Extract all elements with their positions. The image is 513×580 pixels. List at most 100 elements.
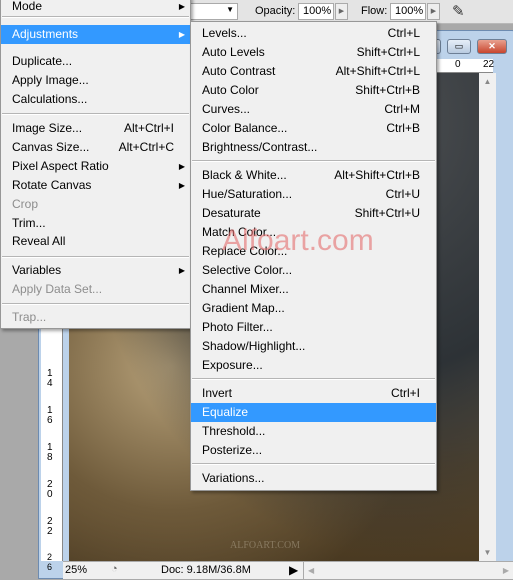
menu-item-label: Posterize...	[202, 443, 263, 457]
menu-item-shortcut: Shift+Ctrl+B	[355, 83, 420, 97]
menu-item-match-color[interactable]: Match Color...	[191, 223, 436, 242]
menu-item-label: Rotate Canvas	[12, 178, 92, 192]
menu-item-shortcut: Alt+Ctrl+I	[123, 121, 174, 135]
menu-item-label: Gradient Map...	[202, 301, 285, 315]
menu-item-channel-mixer[interactable]: Channel Mixer...	[191, 280, 436, 299]
menu-item-mode[interactable]: Mode ▶	[1, 0, 190, 16]
menu-item-apply-image[interactable]: Apply Image...	[1, 71, 190, 90]
menu-item-threshold[interactable]: Threshold...	[191, 422, 436, 441]
menu-item-auto-color[interactable]: Auto Color Shift+Ctrl+B	[191, 81, 436, 100]
menu-item-color-balance[interactable]: Color Balance... Ctrl+B	[191, 119, 436, 138]
menu-item-image-size[interactable]: Image Size... Alt+Ctrl+I	[1, 119, 190, 138]
vertical-scrollbar[interactable]: ▲ ▼	[479, 73, 496, 561]
menu-item-label: Auto Levels	[202, 45, 265, 59]
menu-item-shortcut: Ctrl+L	[387, 26, 420, 40]
menu-item-calculations[interactable]: Calculations...	[1, 90, 190, 109]
menu-item-label: Curves...	[202, 102, 251, 116]
opacity-label: Opacity:	[255, 5, 296, 17]
menu-item-label: Adjustments	[12, 27, 79, 41]
menu-item-label: Brightness/Contrast...	[202, 140, 318, 154]
opacity-input[interactable]: 100%	[298, 3, 334, 20]
menu-item-label: Mode	[12, 0, 43, 13]
menu-item-auto-contrast[interactable]: Auto Contrast Alt+Shift+Ctrl+L	[191, 62, 436, 81]
status-icon: ◔	[111, 563, 118, 575]
doc-size: Doc: 9.18M/36.8M	[161, 564, 251, 576]
menu-item-label: Auto Color	[202, 83, 259, 97]
menu-item-canvas-size[interactable]: Canvas Size... Alt+Ctrl+C	[1, 138, 190, 157]
menu-item-brightness-contrast[interactable]: Brightness/Contrast...	[191, 138, 436, 157]
ruler-label: 2 2	[47, 516, 53, 537]
flow-label: Flow:	[361, 5, 388, 17]
menu-item-label: Crop	[12, 197, 39, 211]
horizontal-scrollbar[interactable]: ◀ ▶	[303, 562, 513, 580]
menu-item-posterize[interactable]: Posterize...	[191, 441, 436, 460]
menu-item-shortcut: Alt+Shift+Ctrl+L	[335, 64, 420, 78]
menu-item-variables[interactable]: Variables ▶	[1, 261, 190, 280]
restore-button[interactable]: ▭	[447, 39, 471, 54]
opacity-slider-button[interactable]: ▶	[335, 3, 348, 20]
menu-item-label: Levels...	[202, 26, 247, 40]
menu-item-exposure[interactable]: Exposure...	[191, 356, 436, 375]
menu-item-gradient-map[interactable]: Gradient Map...	[191, 299, 436, 318]
menu-item-label: Canvas Size...	[12, 140, 90, 154]
menu-item-label: Apply Data Set...	[12, 282, 103, 296]
menu-item-label: Exposure...	[202, 358, 263, 372]
menu-item-reveal-all[interactable]: Reveal All	[1, 232, 190, 251]
menu-separator	[192, 378, 435, 380]
menu-item-shortcut: Shift+Ctrl+L	[356, 45, 420, 59]
menu-item-selective-color[interactable]: Selective Color...	[191, 261, 436, 280]
menu-item-label: Apply Image...	[12, 73, 89, 87]
menu-item-label: Photo Filter...	[202, 320, 273, 334]
menu-item-label: Desaturate	[202, 206, 261, 220]
menu-item-label: Shadow/Highlight...	[202, 339, 306, 353]
zoom-level[interactable]: 25%	[65, 564, 87, 576]
menu-item-label: Variables	[12, 263, 62, 277]
ruler-label: 1 6	[47, 405, 53, 426]
menu-item-black-white[interactable]: Black & White... Alt+Shift+Ctrl+B	[191, 166, 436, 185]
canvas-watermark: ALFOART.COM	[230, 540, 301, 551]
menu-item-rotate-canvas[interactable]: Rotate Canvas ▶	[1, 176, 190, 195]
menu-item-photo-filter[interactable]: Photo Filter...	[191, 318, 436, 337]
menu-item-apply-data-set: Apply Data Set...	[1, 280, 190, 299]
menu-item-replace-color[interactable]: Replace Color...	[191, 242, 436, 261]
menu-item-label: Black & White...	[202, 168, 287, 182]
menu-item-curves[interactable]: Curves... Ctrl+M	[191, 100, 436, 119]
adjustments-submenu: Levels... Ctrl+L Auto Levels Shift+Ctrl+L Au…	[190, 21, 437, 491]
menu-item-label: Pixel Aspect Ratio	[12, 159, 109, 173]
ruler-label: 22	[483, 59, 495, 70]
submenu-arrow-icon: ▶	[178, 266, 185, 275]
menu-separator	[2, 256, 189, 258]
menu-item-label: Calculations...	[12, 92, 88, 106]
mode-dropdown[interactable]: ▼	[190, 3, 238, 20]
airbrush-icon[interactable]: ✎	[452, 2, 465, 20]
menu-item-desaturate[interactable]: Desaturate Shift+Ctrl+U	[191, 204, 436, 223]
menu-item-equalize[interactable]: Equalize	[191, 403, 436, 422]
menu-item-hue-saturation[interactable]: Hue/Saturation... Ctrl+U	[191, 185, 436, 204]
menu-item-trap: Trap...	[1, 308, 190, 327]
menu-item-label: Image Size...	[12, 121, 83, 135]
status-menu-arrow[interactable]: ▶	[289, 563, 298, 577]
menu-item-label: Trap...	[12, 310, 47, 324]
menu-item-adjustments[interactable]: Adjustments ▶	[1, 25, 190, 44]
flow-input[interactable]: 100%	[390, 3, 426, 20]
flow-slider-button[interactable]: ▶	[427, 3, 440, 20]
close-button[interactable]: ✕	[477, 39, 507, 54]
menu-item-levels[interactable]: Levels... Ctrl+L	[191, 24, 436, 43]
ruler-label: 0	[455, 59, 461, 70]
menu-item-variations[interactable]: Variations...	[191, 469, 436, 488]
menu-item-pixel-aspect-ratio[interactable]: Pixel Aspect Ratio ▶	[1, 157, 190, 176]
menu-item-shadow-highlight[interactable]: Shadow/Highlight...	[191, 337, 436, 356]
menu-item-label: Selective Color...	[202, 263, 293, 277]
menu-separator	[2, 303, 189, 305]
menu-item-duplicate[interactable]: Duplicate...	[1, 52, 190, 71]
menu-item-label: Equalize	[202, 405, 249, 419]
menu-item-shortcut: Ctrl+U	[385, 187, 420, 201]
menu-item-shortcut: Ctrl+M	[384, 102, 420, 116]
menu-item-auto-levels[interactable]: Auto Levels Shift+Ctrl+L	[191, 43, 436, 62]
menu-item-invert[interactable]: Invert Ctrl+I	[191, 384, 436, 403]
menu-separator	[2, 16, 189, 18]
menu-item-trim[interactable]: Trim...	[1, 214, 190, 233]
menu-item-shortcut: Shift+Ctrl+U	[354, 206, 420, 220]
menu-item-shortcut: Ctrl+I	[390, 386, 420, 400]
ruler-label: 1 4	[47, 368, 53, 389]
